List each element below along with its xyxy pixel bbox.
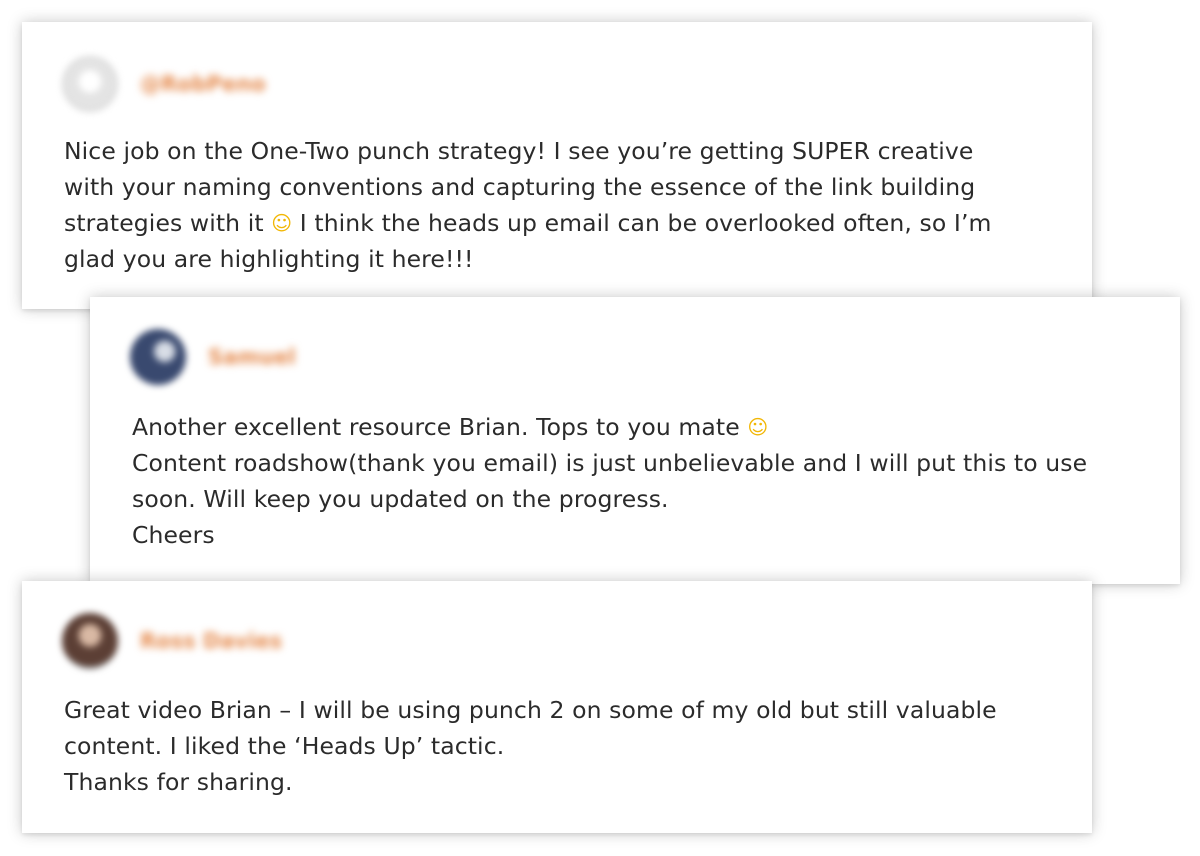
comment-author[interactable]: Ross Davies: [62, 613, 282, 669]
comment-body: Another excellent resource Brian. Tops t…: [132, 409, 1162, 553]
author-name[interactable]: Ross Davies: [140, 629, 282, 653]
comment-line: Another excellent resource Brian. Tops t…: [132, 409, 1162, 445]
comment-line: Nice job on the One-Two punch strategy! …: [64, 137, 974, 165]
comment-line-segment: Another excellent resource Brian. Tops t…: [132, 413, 748, 441]
comment-line: content. I liked the ‘Heads Up’ tactic.: [64, 732, 505, 760]
avatar[interactable]: [130, 329, 186, 385]
smiley-emoji-icon: ☺: [747, 415, 769, 439]
comment-author[interactable]: Samuel: [130, 329, 296, 385]
comment-line: soon. Will keep you updated on the progr…: [132, 485, 669, 513]
comment-card: @RobPeno Nice job on the One-Two punch s…: [22, 22, 1092, 309]
comment-line-segment: strategies with it: [64, 209, 272, 237]
comment-card: Samuel Another excellent resource Brian.…: [90, 297, 1180, 584]
comment-line: Great video Brian – I will be using punc…: [64, 696, 997, 724]
comment-line-segment: I think the heads up email can be overlo…: [292, 209, 992, 237]
comment-body: Great video Brian – I will be using punc…: [64, 692, 1064, 800]
avatar[interactable]: [62, 613, 118, 669]
comment-author[interactable]: @RobPeno: [62, 56, 266, 112]
comment-card: Ross Davies Great video Brian – I will b…: [22, 581, 1092, 833]
author-name[interactable]: @RobPeno: [140, 72, 266, 96]
comment-line: strategies with it ☺ I think the heads u…: [64, 205, 1064, 241]
comment-line: glad you are highlighting it here!!!: [64, 245, 474, 273]
smiley-emoji-icon: ☺: [271, 211, 293, 235]
comment-line: Cheers: [132, 521, 215, 549]
comment-body: Nice job on the One-Two punch strategy! …: [64, 133, 1064, 277]
comment-line: Content roadshow(thank you email) is jus…: [132, 449, 1088, 477]
avatar[interactable]: [62, 56, 118, 112]
comment-line: with your naming conventions and capturi…: [64, 173, 976, 201]
comment-line: Thanks for sharing.: [64, 768, 293, 796]
author-name[interactable]: Samuel: [208, 345, 296, 369]
